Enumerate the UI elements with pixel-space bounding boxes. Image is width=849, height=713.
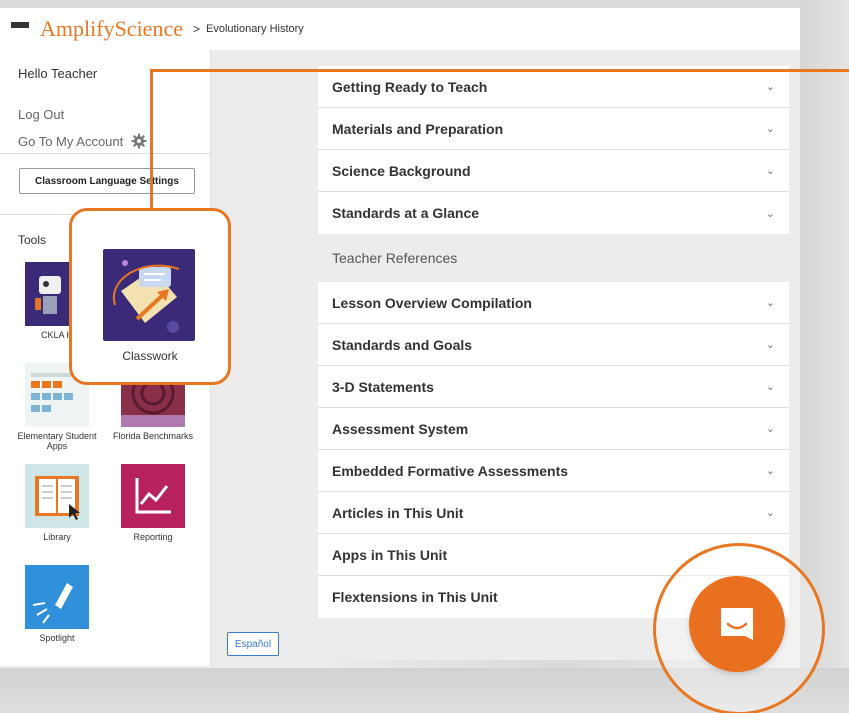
chevron-down-icon: ⌄ [765,297,775,309]
my-account-link[interactable]: Go To My Account [18,133,147,149]
callout-pointer-line [150,69,153,210]
unit-overview-list: Getting Ready to Teach ⌄ Materials and P… [318,66,789,618]
tools-heading: Tools [18,233,47,247]
chevron-down-icon: ⌄ [765,339,775,351]
accordion-row-articles[interactable]: Articles in This Unit ⌄ [318,492,789,534]
tool-reporting[interactable]: Reporting [108,464,198,542]
callout-pointer-line [150,69,849,72]
accordion-row-materials[interactable]: Materials and Preparation ⌄ [318,108,789,150]
chevron-down-icon: ⌄ [765,165,775,177]
accordion-row-standards-glance[interactable]: Standards at a Glance ⌄ [318,192,789,234]
row-title: Science Background [332,162,471,179]
row-title: Embedded Formative Assessments [332,462,569,479]
row-title: Assessment System [332,420,469,437]
book-icon [25,464,89,528]
tool-label: Florida Benchmarks [112,431,194,441]
breadcrumb-separator: > [192,22,200,36]
tool-label: Elementary Student Apps [17,431,97,452]
tool-label: Reporting [133,532,173,542]
tool-label: Library [43,532,71,542]
classwork-callout[interactable]: Classwork [69,208,231,385]
chevron-down-icon: ⌄ [765,465,775,477]
accordion-row-3d-statements[interactable]: 3-D Statements ⌄ [318,366,789,408]
divider [0,153,211,154]
row-title: Lesson Overview Compilation [332,294,532,311]
hamburger-menu-icon[interactable] [0,8,40,50]
row-title: Articles in This Unit [332,504,464,521]
chevron-down-icon: ⌄ [765,207,775,220]
chat-bubble-icon [721,608,753,640]
gear-icon [131,133,147,149]
classwork-label: Classwork [122,349,178,363]
logo-amplify: Amplify [40,16,115,41]
row-title: Standards at a Glance [332,205,480,221]
section-heading-teacher-references: Teacher References [318,234,789,282]
tool-spotlight[interactable]: Spotlight [12,565,102,643]
classroom-language-settings-button[interactable]: Classroom Language Settings [19,168,195,194]
top-header: Amplify Science > Evolutionary History [0,8,800,50]
tool-label: Spotlight [39,633,75,643]
accordion-row-lesson-overview[interactable]: Lesson Overview Compilation ⌄ [318,282,789,324]
classwork-paper-icon [103,249,195,341]
row-title: Getting Ready to Teach [332,78,488,95]
accordion-row-embedded-formative[interactable]: Embedded Formative Assessments ⌄ [318,450,789,492]
accordion-row-assessment-system[interactable]: Assessment System ⌄ [318,408,789,450]
logout-link[interactable]: Log Out [18,107,64,122]
chevron-down-icon: ⌄ [765,123,775,135]
chevron-down-icon: ⌄ [765,381,775,393]
flashlight-icon [25,565,89,629]
accordion-row-standards-goals[interactable]: Standards and Goals ⌄ [318,324,789,366]
chat-launcher-button[interactable] [689,576,785,672]
row-title: 3-D Statements [332,378,434,395]
logo-science: Science [114,16,183,41]
accordion-row-science-background[interactable]: Science Background ⌄ [318,150,789,192]
line-chart-icon [121,464,185,528]
amplify-science-logo[interactable]: Amplify Science [40,18,183,40]
chevron-down-icon: ⌄ [765,423,775,435]
chevron-down-icon: ⌄ [765,507,775,519]
row-title: Flextensions in This Unit [332,589,498,605]
chevron-down-icon: ⌄ [765,81,775,93]
breadcrumb[interactable]: Evolutionary History [206,23,304,35]
tool-library[interactable]: Library [12,464,102,542]
greeting: Hello Teacher [18,66,98,81]
my-account-label: Go To My Account [18,133,124,149]
espanol-button[interactable]: Español [227,632,279,656]
row-title: Standards and Goals [332,336,473,353]
row-title: Apps in This Unit [332,546,448,563]
accordion-row-getting-ready[interactable]: Getting Ready to Teach ⌄ [318,66,789,108]
row-title: Materials and Preparation [332,120,504,137]
